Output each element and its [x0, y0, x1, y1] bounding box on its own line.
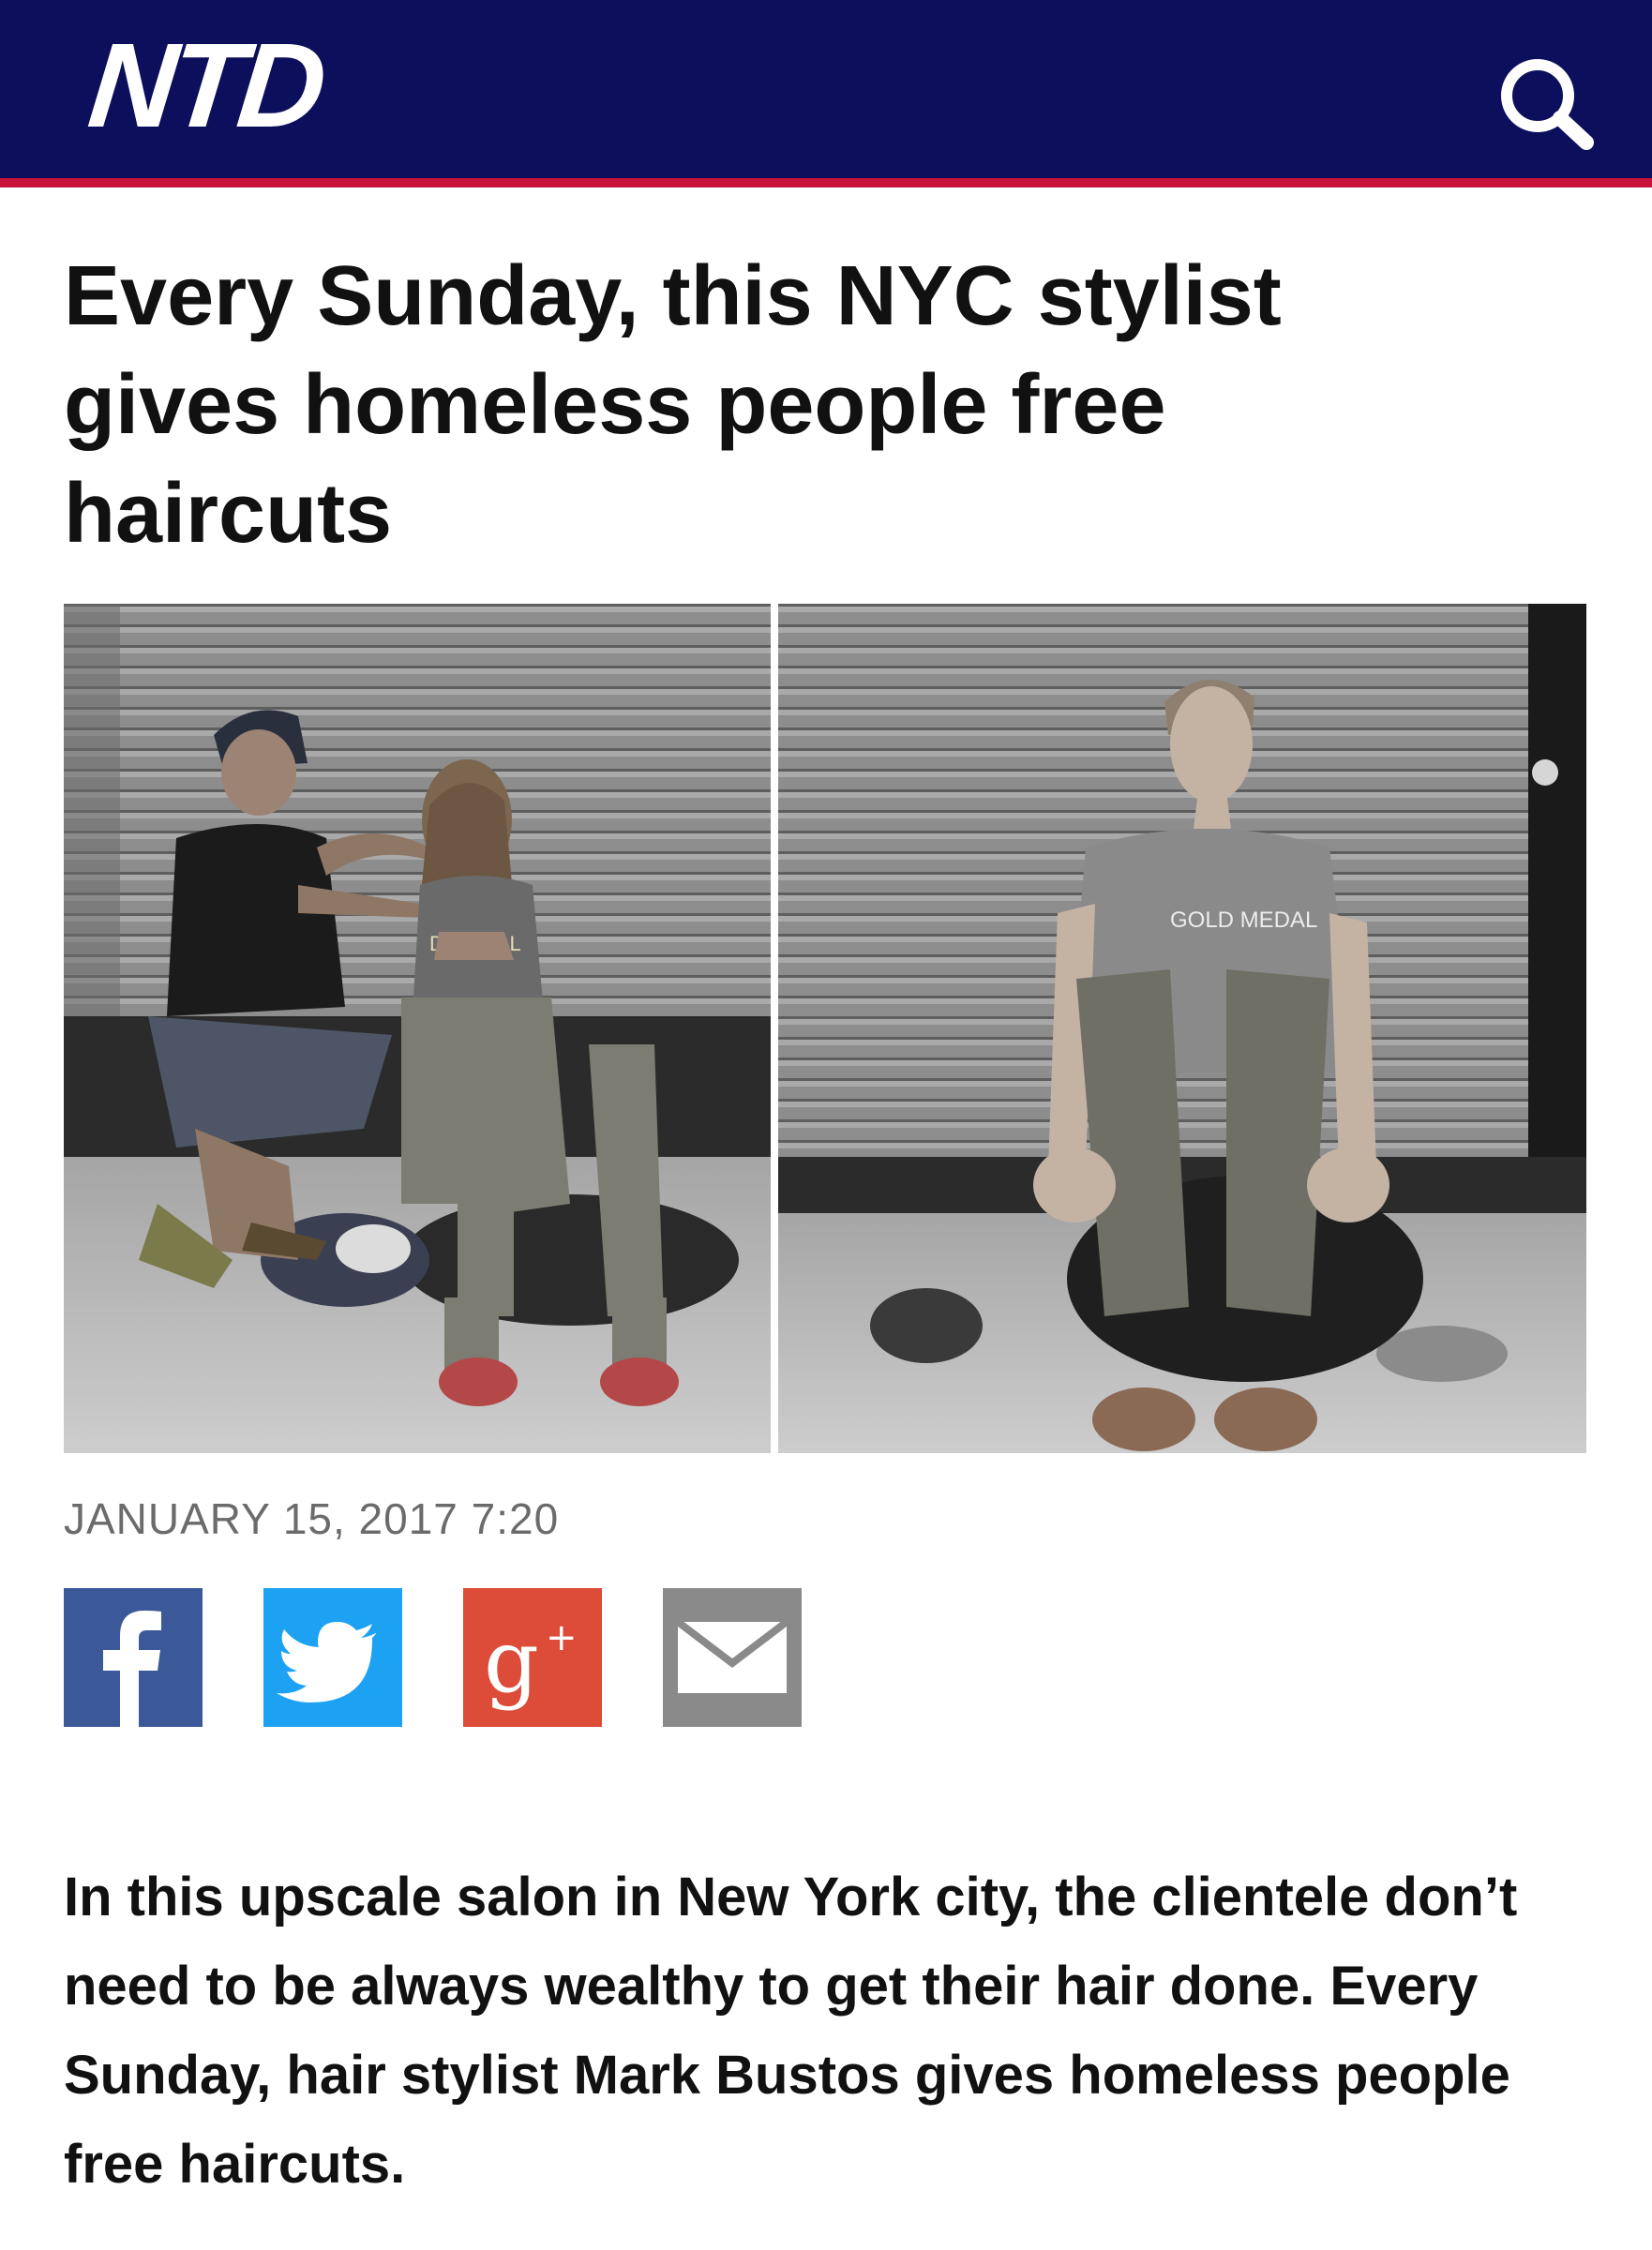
share-google-plus-button[interactable]: g +	[463, 1588, 602, 1727]
publish-date: JANUARY 15, 2017 7:20	[64, 1494, 560, 1543]
envelope-icon	[663, 1588, 802, 1727]
facebook-icon	[64, 1588, 203, 1727]
search-button[interactable]	[1489, 49, 1601, 152]
google-plus-icon: g +	[463, 1588, 602, 1727]
article-title: Every Sunday, this NYC stylist gives hom…	[64, 249, 1282, 561]
photo-left-panel: D MEDAL	[64, 604, 771, 1453]
article-lead: In this upscale salon in New York city, …	[64, 1867, 1518, 2195]
share-email-button[interactable]	[663, 1588, 802, 1727]
svg-text:+: +	[546, 1616, 578, 1659]
article-photo: D MEDAL	[64, 604, 1586, 1453]
photo-right-panel: GOLD MEDAL	[778, 604, 1586, 1453]
share-twitter-button[interactable]	[263, 1588, 402, 1727]
site-logo[interactable]: NTD	[83, 19, 327, 153]
share-facebook-button[interactable]	[64, 1588, 203, 1727]
right-shirt-text: GOLD MEDAL	[1170, 908, 1317, 933]
svg-text:g: g	[484, 1612, 539, 1712]
site-header: NTD	[0, 0, 1652, 188]
twitter-icon	[263, 1588, 402, 1727]
search-icon	[1501, 59, 1594, 150]
